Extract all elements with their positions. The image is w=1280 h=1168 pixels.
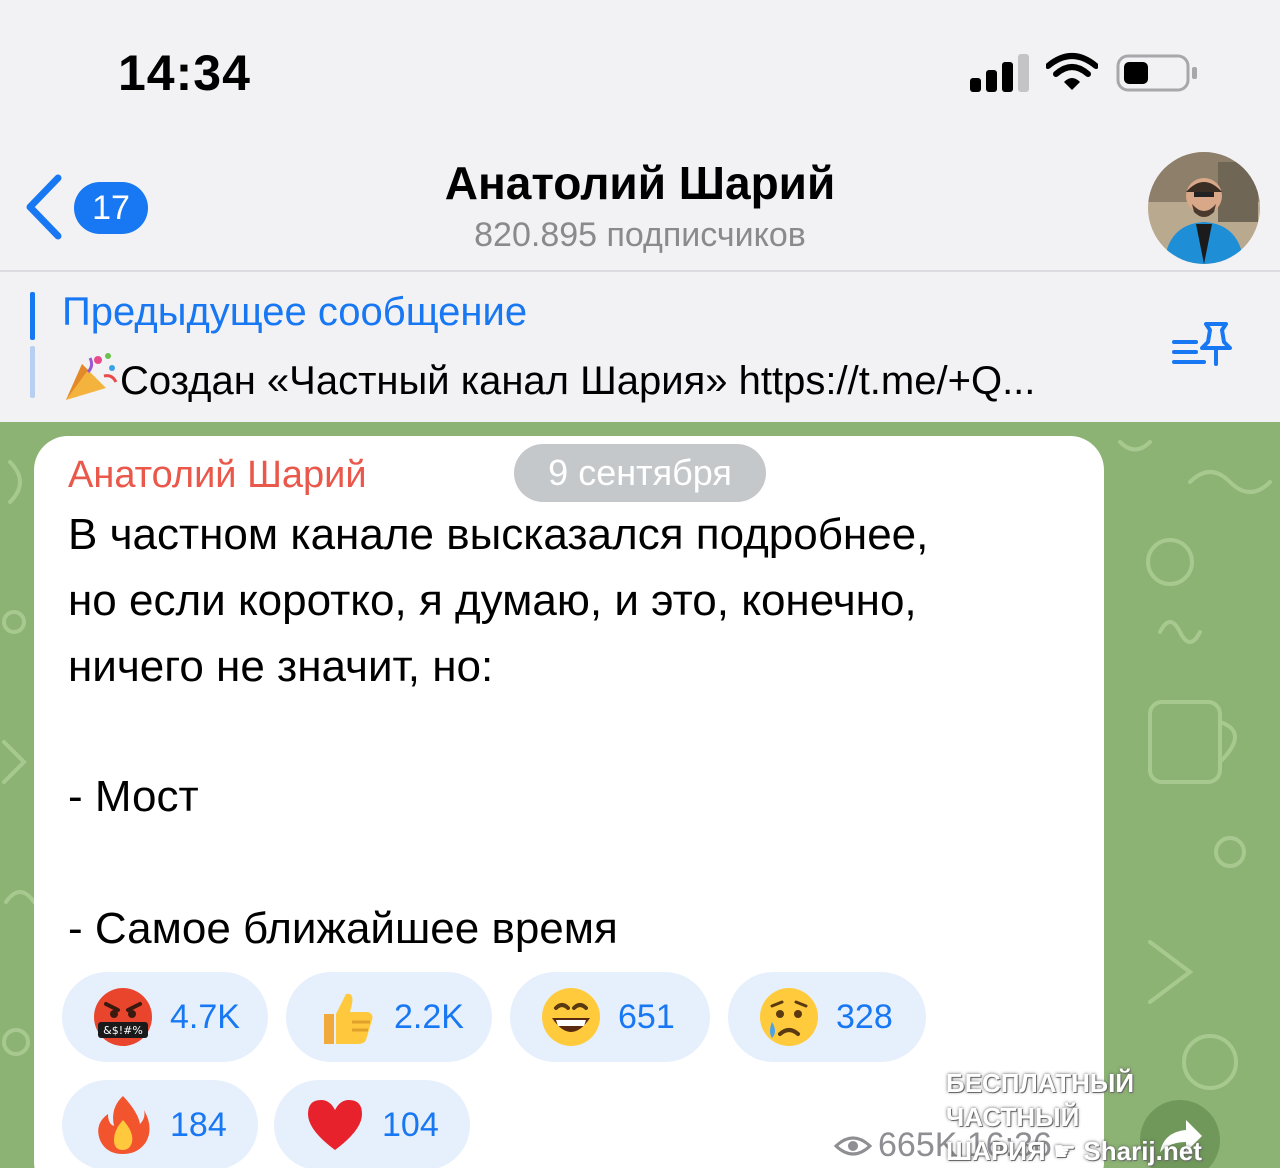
- message-text-line-2: но если коротко, я думаю, и это, конечно…: [68, 576, 917, 625]
- chat-header: 17 Анатолий Шарий 820.895 подписчиков: [0, 140, 1280, 272]
- pinned-title: Предыдущее сообщение: [62, 290, 528, 334]
- reaction-fire[interactable]: 184: [62, 1080, 258, 1168]
- message-sender[interactable]: Анатолий Шарий: [68, 454, 367, 497]
- reaction-count: 104: [382, 1106, 439, 1144]
- pinned-message-bar[interactable]: Предыдущее сообщение Создан «Частный кан…: [0, 274, 1280, 422]
- crying-face-icon: [760, 988, 818, 1046]
- reaction-swearing[interactable]: &$!#% 4.7K: [62, 972, 268, 1062]
- watermark: БЕСПЛАТНЫЙ ЧАСТНЫЙ ШАРИЯ ☛ Sharij.net: [946, 1066, 1256, 1168]
- message-text-line-4: - Мост: [68, 772, 199, 821]
- fire-icon: [98, 1096, 150, 1154]
- pinned-list-icon[interactable]: [1170, 320, 1236, 372]
- telegram-channel-screen: 14:34 17 Анатолий Шарий 820.895 подписчи…: [0, 0, 1280, 1168]
- channel-title[interactable]: Анатолий Шарий: [0, 156, 1280, 210]
- cellular-signal-icon: [970, 54, 1030, 92]
- watermark-line-2: ШАРИЯ ☛ Sharij.net: [946, 1134, 1256, 1168]
- pointing-hand-icon: ☛: [1052, 1136, 1077, 1166]
- thumbs-up-icon: [324, 993, 373, 1044]
- grinning-face-icon: [542, 988, 600, 1046]
- svg-text:&$!#%: &$!#%: [103, 1024, 143, 1037]
- pinned-indicator-inactive: [30, 346, 35, 398]
- watermark-site: Sharij.net: [1083, 1136, 1202, 1166]
- reaction-thumbs-up[interactable]: 2.2K: [286, 972, 492, 1062]
- wifi-icon: [1046, 53, 1098, 90]
- reaction-heart[interactable]: 104: [274, 1080, 470, 1168]
- status-time: 14:34: [118, 45, 251, 101]
- message-text-line-3: ничего не значит, но:: [68, 642, 494, 691]
- message-text-line-5: - Самое ближайшее время: [68, 904, 618, 953]
- swearing-face-icon: &$!#%: [94, 988, 152, 1046]
- reaction-count: 651: [618, 998, 675, 1036]
- status-bar: 14:34: [0, 0, 1280, 140]
- reaction-count: 2.2K: [394, 998, 464, 1036]
- watermark-line-1: БЕСПЛАТНЫЙ ЧАСТНЫЙ: [946, 1068, 1135, 1132]
- red-heart-icon: [308, 1100, 362, 1150]
- battery-icon: [1116, 54, 1197, 92]
- reaction-count: 4.7K: [170, 998, 240, 1036]
- date-separator: 9 сентября: [514, 444, 766, 502]
- party-popper-icon: [66, 353, 118, 400]
- pinned-text-row: Создан «Частный канал Шария» https://t.m…: [62, 352, 1192, 404]
- subscriber-count: 820.895 подписчиков: [474, 216, 806, 254]
- pinned-text: Создан «Частный канал Шария» https://t.m…: [120, 359, 1036, 403]
- reaction-count: 184: [170, 1106, 227, 1144]
- channel-avatar[interactable]: [1148, 152, 1260, 264]
- reaction-grinning[interactable]: 651: [510, 972, 710, 1062]
- watermark-name: ШАРИЯ: [946, 1136, 1046, 1166]
- eye-icon: [834, 1136, 872, 1156]
- reaction-crying[interactable]: 328: [728, 972, 926, 1062]
- pinned-indicator-active: [30, 292, 35, 340]
- message-text-line-1: В частном канале высказался подробнее,: [68, 510, 929, 559]
- message-bubble[interactable]: Анатолий Шарий 9 сентября В частном кана…: [34, 436, 1104, 1168]
- reaction-count: 328: [836, 998, 893, 1036]
